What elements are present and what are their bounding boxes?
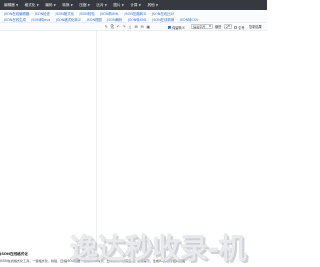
nav-item-calc[interactable]: 计算 ▼ <box>130 0 141 10</box>
nav-item-compare[interactable]: 比对 ▼ <box>96 0 107 10</box>
chevron-down-icon: ▼ <box>70 3 73 7</box>
chevron-down-icon: ▼ <box>209 25 211 29</box>
quote-checkbox[interactable]: 引号 <box>234 25 245 30</box>
tool-tab[interactable]: JSON解析 <box>107 18 122 22</box>
chevron-down-icon: ▼ <box>104 3 107 7</box>
editor-toolbar: ✎ ⎘ ↶ ↷ ▯ ⊞ ⊟ ▣ 保留转义 缩进字符 ▼ 缩进 2 ▼ 引号 复制… <box>0 23 267 31</box>
chevron-down-icon: ▼ <box>155 3 158 7</box>
chevron-down-icon: ▼ <box>36 3 39 7</box>
tool-tab[interactable]: JSON在线比对 <box>152 12 174 16</box>
chevron-down-icon: ▼ <box>87 3 90 7</box>
keep-escape-checkbox[interactable]: 保留转义 <box>168 25 185 30</box>
tool-tab[interactable]: JSON在线转换 <box>152 18 174 22</box>
tool-tabs: JSON在线编辑器 JSON检查 JSON格式化 JSON校验 JSON转XML… <box>0 10 267 23</box>
save-icon[interactable]: ▣ <box>146 25 151 30</box>
pencil-icon[interactable]: ✎ <box>104 25 109 30</box>
watermark: 逸达秒收录-机 <box>70 232 247 265</box>
indent-size-select[interactable]: 2 ▼ <box>224 24 232 30</box>
redo-icon[interactable]: ↷ <box>122 25 127 30</box>
chevron-down-icon: ▼ <box>15 3 19 7</box>
trash-icon[interactable]: ▯ <box>128 25 133 30</box>
tool-tabs-row-2: JSON在线生成 JSON转Java JSON格式化转义 JSON视图 JSON… <box>4 18 204 22</box>
tool-tab[interactable]: JSON转Java <box>31 18 50 22</box>
copy-result-button[interactable]: 复制结果 <box>249 25 262 29</box>
tool-tab[interactable]: JSON转XML <box>100 12 119 16</box>
tool-tab[interactable]: JSON压缩转义 <box>125 12 147 16</box>
chevron-down-icon: ▼ <box>53 3 56 7</box>
tool-tab[interactable]: JSON在线编辑器 <box>4 12 29 16</box>
nav-item-encode[interactable]: 编码 ▼ <box>45 0 56 10</box>
app-window: 编辑器 ▼ 格式化 ▼ 编码 ▼ 转换 ▼ 压缩 ▼ 比对 ▼ 图片 ▼ 计算 ▼ 其他 ▼ JS… <box>0 0 267 267</box>
compress-icon[interactable]: ⊟ <box>140 25 145 30</box>
tool-tab[interactable]: JSON格式化 <box>55 12 74 16</box>
tool-tab[interactable]: JSON在线生成 <box>4 18 26 22</box>
nav-item-image[interactable]: 图片 ▼ <box>113 0 124 10</box>
tool-tab[interactable]: JSON视图 <box>87 18 102 22</box>
chevron-down-icon: ▼ <box>138 3 141 7</box>
top-navigation: 编辑器 ▼ 格式化 ▼ 编码 ▼ 转换 ▼ 压缩 ▼ 比对 ▼ 图片 ▼ 计算 ▼ 其他 ▼ <box>0 0 267 10</box>
description-heading: JSON在线格式化 <box>0 251 28 256</box>
chevron-down-icon: ▼ <box>228 25 230 29</box>
chevron-down-icon: ▼ <box>121 3 124 7</box>
tool-tab[interactable]: JSON检查 <box>35 12 50 16</box>
undo-icon[interactable]: ↶ <box>116 25 121 30</box>
nav-item-other[interactable]: 其他 ▼ <box>147 0 158 10</box>
tool-tab[interactable]: JSON校验 <box>79 12 94 16</box>
json-input-pane[interactable] <box>0 31 97 247</box>
nav-item-editor[interactable]: 编辑器 ▼ <box>4 0 18 10</box>
nav-item-convert[interactable]: 转换 ▼ <box>62 0 73 10</box>
copy-icon[interactable]: ⎘ <box>110 25 115 30</box>
checkbox-unchecked-icon <box>234 25 238 29</box>
indent-size-label: 缩进 <box>215 25 222 29</box>
indent-char-select[interactable]: 缩进字符 ▼ <box>191 24 213 30</box>
tool-tab[interactable]: JSON转XML <box>128 18 147 22</box>
expand-icon[interactable]: ⊞ <box>134 25 139 30</box>
nav-item-format[interactable]: 格式化 ▼ <box>25 0 39 10</box>
checkbox-checked-icon <box>168 25 172 29</box>
nav-item-compress[interactable]: 压缩 ▼ <box>79 0 90 10</box>
tool-tab[interactable]: JSON转CSV <box>180 18 199 22</box>
editor-area: ✎ ⎘ ↶ ↷ ▯ ⊞ ⊟ ▣ 保留转义 缩进字符 ▼ 缩进 2 ▼ 引号 复制… <box>0 23 267 247</box>
tool-tabs-row-1: JSON在线编辑器 JSON检查 JSON格式化 JSON校验 JSON转XML… <box>4 12 179 16</box>
tool-tab[interactable]: JSON格式化转义 <box>56 18 81 22</box>
